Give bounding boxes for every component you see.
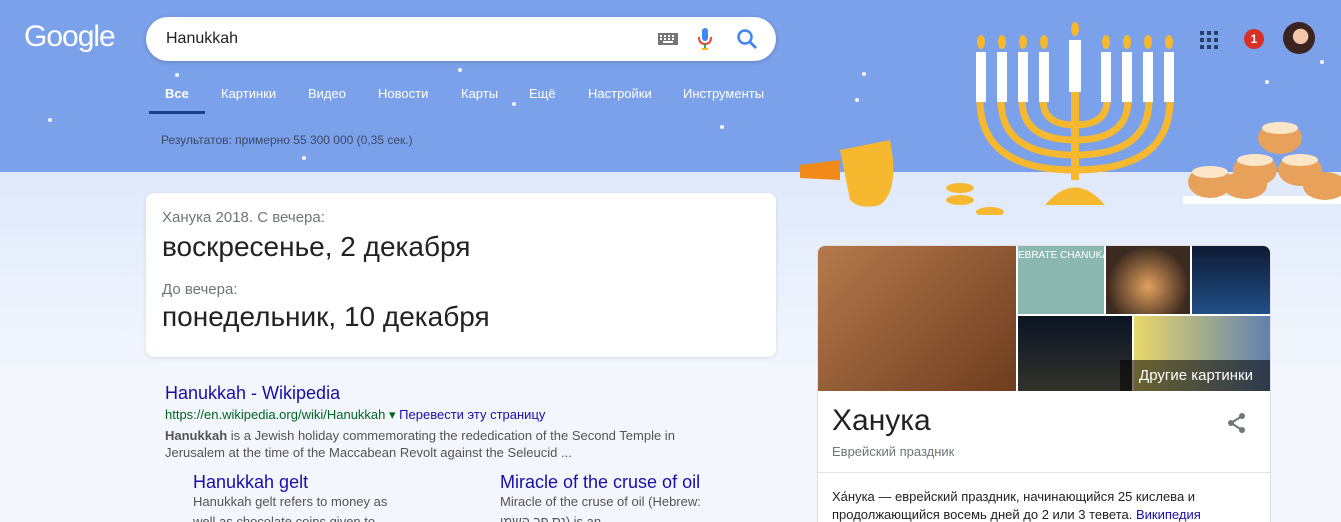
share-icon[interactable] [1226,412,1248,434]
panel-subtitle: Еврейский праздник [832,444,955,459]
tab-all[interactable]: Все [149,86,205,114]
microphone-icon[interactable] [698,27,712,51]
snippet-bold: Hanukkah [165,428,228,443]
star-decoration [512,102,516,106]
celebrate-chanukah-image[interactable]: EBRATE CHANUKAH [1018,246,1104,314]
menorah-night-image[interactable] [1018,316,1132,391]
snippet-text: is a Jewish holiday commemorating the re… [165,428,675,460]
sublink-snippet: Miracle of the cruse of oil (Hebrew: נס … [500,494,701,522]
result-url-arrow[interactable]: ▾ [389,407,396,422]
tab-news[interactable]: Новости [378,86,428,111]
sublink-title[interactable]: Miracle of the cruse of oil [500,472,700,493]
tab-video[interactable]: Видео [308,86,346,111]
hanukkah-dates-card: Ханука 2018. С вечера: воскресенье, 2 де… [146,193,776,357]
sublink-title[interactable]: Hanukkah gelt [193,472,308,493]
tab-tools[interactable]: Инструменты [683,86,764,111]
tab-maps[interactable]: Карты [461,86,498,111]
panel-divider [818,472,1270,473]
end-date: понедельник, 10 декабря [162,301,490,332]
result-url-text: https://en.wikipedia.org/wiki/Hanukkah [165,407,386,422]
keyboard-icon[interactable] [658,33,678,45]
search-icon[interactable] [736,28,758,50]
sublink-snippet: Hanukkah gelt refers to money as well as… [193,494,388,522]
panel-description: Ха́нука — еврейский праздник, начинающий… [832,488,1262,522]
result-snippet: Hanukkah is a Jewish holiday commemorati… [165,427,705,461]
notifications-badge[interactable]: 1 [1244,29,1264,49]
translate-link[interactable]: Перевести эту страницу [399,407,545,422]
result-url: https://en.wikipedia.org/wiki/Hanukkah ▾… [165,407,545,423]
google-logo[interactable]: Google [24,20,116,54]
result-title-link[interactable]: Hanukkah - Wikipedia [165,383,340,404]
star-decoration [302,156,306,160]
knowledge-panel: EBRATE CHANUKAH Другие картинки Ханука Е… [817,245,1271,522]
donuts-candles-image[interactable] [1106,246,1190,314]
more-images-button[interactable]: Другие картинки [1120,360,1270,391]
blue-candles-image[interactable] [1192,246,1270,314]
apps-grid-icon[interactable] [1200,31,1218,49]
search-box[interactable] [146,17,776,61]
star-decoration [720,125,724,129]
tab-images[interactable]: Картинки [221,86,276,111]
tab-settings[interactable]: Настройки [588,86,652,111]
end-label: До вечера: [162,281,238,298]
tab-more[interactable]: Ещё [529,86,556,111]
results-count: Результатов: примерно 55 300 000 (0,35 с… [161,133,413,147]
search-input[interactable] [166,28,646,50]
star-decoration [175,73,179,77]
image-banner-text: EBRATE CHANUKAH [1018,250,1104,261]
wikipedia-link[interactable]: Википедия [1136,507,1201,522]
star-decoration [458,68,462,72]
start-date: воскресенье, 2 декабря [162,231,471,262]
start-label: Ханука 2018. С вечера: [162,209,325,226]
avatar[interactable] [1283,22,1315,54]
panel-title: Ханука [832,404,931,437]
star-decoration [48,118,52,122]
menorah-photo[interactable] [818,246,1016,391]
